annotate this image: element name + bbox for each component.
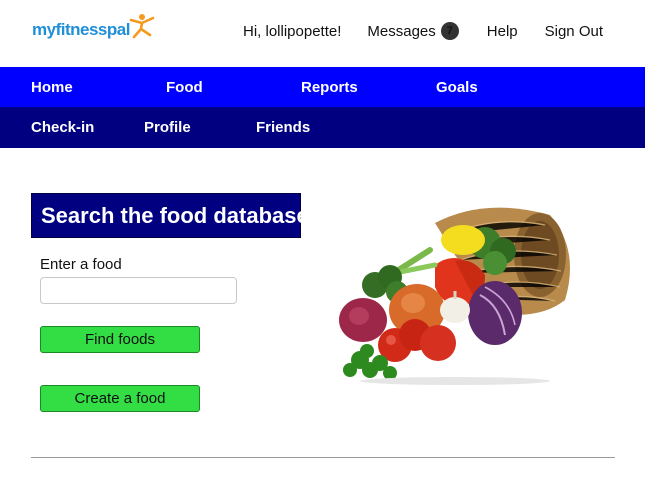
- brand-my: my: [32, 20, 56, 39]
- nav-food[interactable]: Food: [166, 67, 203, 109]
- secondary-nav: Check-in Profile Friends: [0, 107, 645, 148]
- create-food-button[interactable]: Create a food: [40, 385, 200, 412]
- brand-fitness: fitness: [55, 20, 108, 39]
- messages-link[interactable]: Messages 7: [367, 22, 459, 40]
- food-search-input[interactable]: [40, 277, 237, 304]
- food-field-label: Enter a food: [40, 256, 122, 273]
- account-links: Hi, lollipopette! Messages 7 Help Sign O…: [243, 22, 603, 40]
- brand-wordmark: myfitnesspal: [32, 20, 130, 40]
- nav-friends[interactable]: Friends: [256, 107, 310, 149]
- brand-logo[interactable]: myfitnesspal: [32, 14, 156, 46]
- sign-out-link[interactable]: Sign Out: [545, 23, 603, 40]
- brand-pal: pal: [106, 20, 131, 39]
- nav-profile[interactable]: Profile: [144, 107, 191, 149]
- find-foods-button[interactable]: Find foods: [40, 326, 200, 353]
- nav-home[interactable]: Home: [31, 67, 73, 109]
- person-jumping-icon: [129, 14, 155, 39]
- nav-reports[interactable]: Reports: [301, 67, 358, 109]
- header: myfitnesspal Hi, lollipopette! Messages …: [0, 0, 645, 67]
- user-greeting: Hi, lollipopette!: [243, 22, 342, 40]
- page-title: Search the food database: [31, 193, 309, 238]
- messages-count-badge: 7: [440, 22, 459, 40]
- vegetable-basket-image: [339, 207, 570, 385]
- content-divider: [31, 457, 615, 458]
- help-link[interactable]: Help: [487, 23, 518, 40]
- nav-check-in[interactable]: Check-in: [31, 107, 94, 149]
- messages-label: Messages: [367, 22, 436, 40]
- nav-goals[interactable]: Goals: [436, 67, 478, 109]
- primary-nav: Home Food Reports Goals: [0, 67, 645, 107]
